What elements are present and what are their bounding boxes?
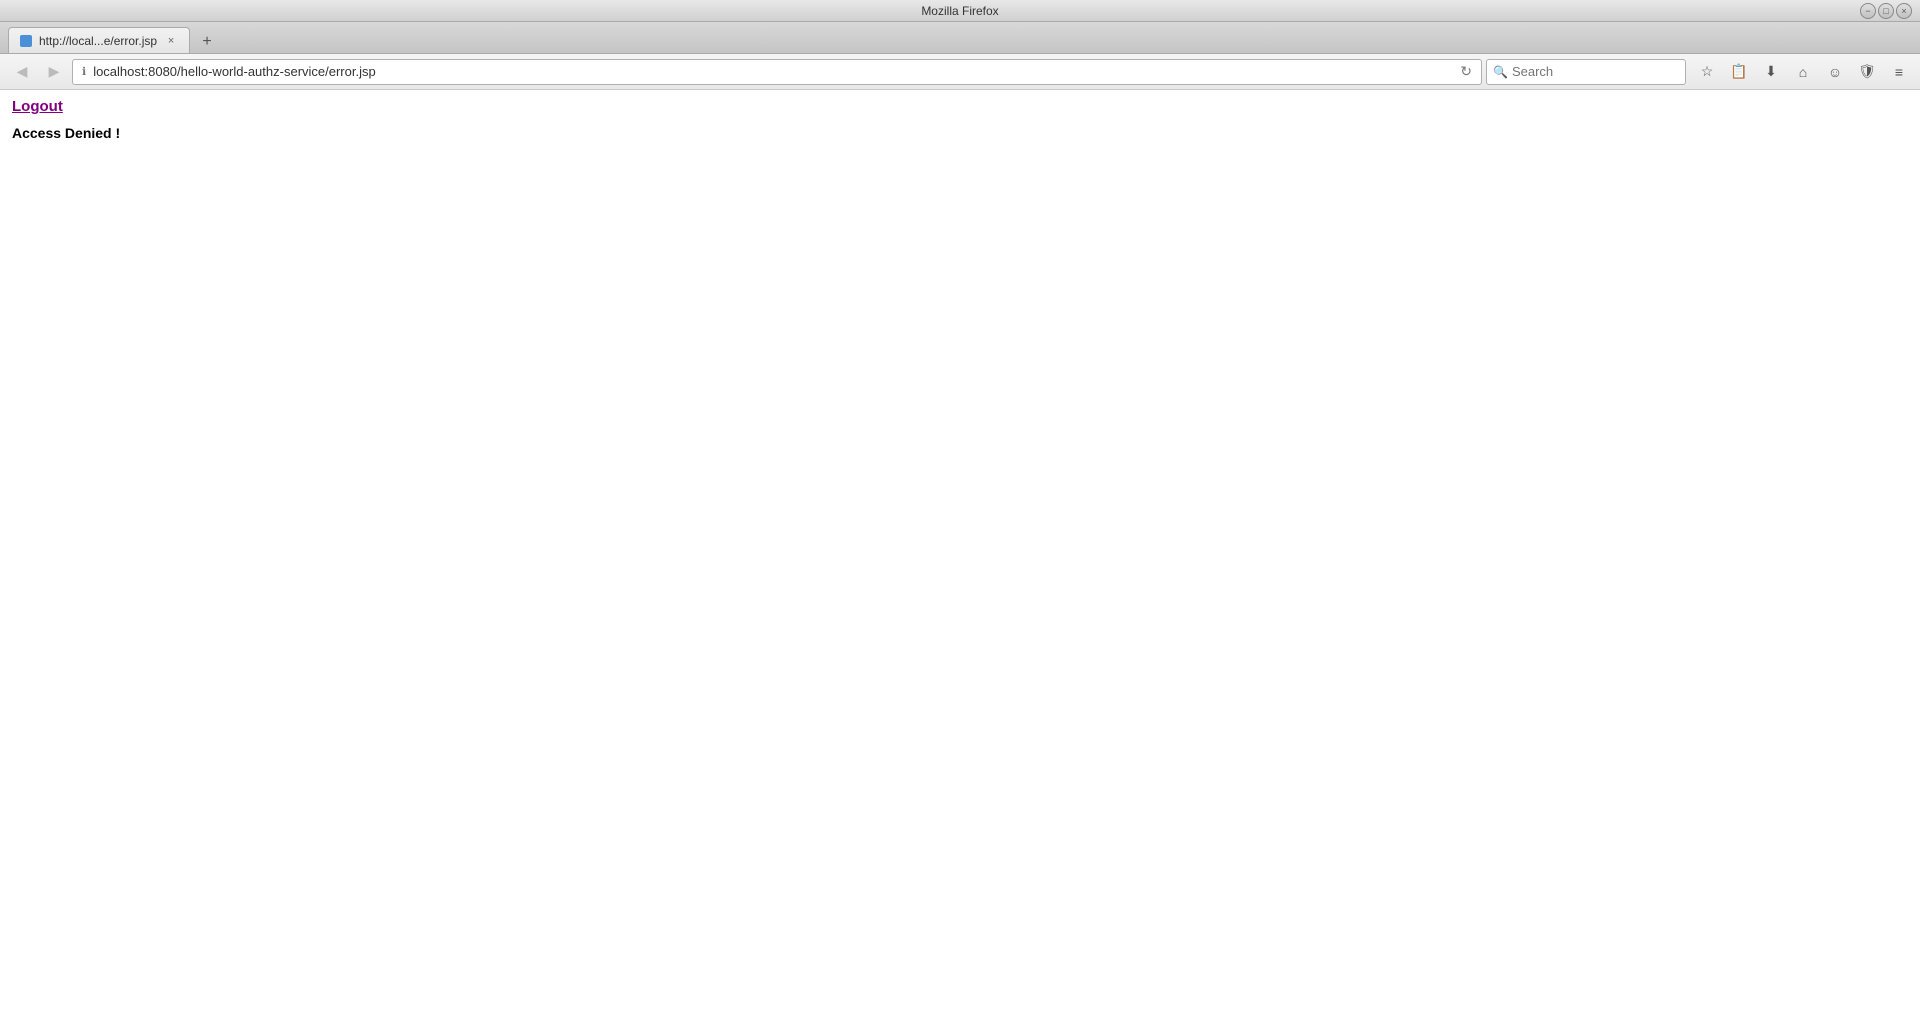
close-button[interactable]: × [1896,3,1912,19]
download-button[interactable]: ⬇ [1758,59,1784,85]
home-button[interactable]: ⌂ [1790,59,1816,85]
minimize-button[interactable]: − [1860,3,1876,19]
nav-bar: ◀ ▶ ℹ ↻ 🔍 ☆ 📋 ⬇ ⌂ ☺ 🛡 ≡ [0,54,1920,90]
active-tab[interactable]: http://local...e/error.jsp × [8,27,190,53]
new-tab-button[interactable]: + [194,31,220,53]
address-bar-container: ℹ ↻ [72,59,1482,85]
address-bar[interactable] [93,64,1453,79]
window-controls[interactable]: − □ × [1860,3,1912,19]
menu-button[interactable]: ≡ [1886,59,1912,85]
reading-list-button[interactable]: 📋 [1726,59,1752,85]
bookmark-star-button[interactable]: ☆ [1694,59,1720,85]
favicon-image [20,35,32,47]
search-bar-container: 🔍 [1486,59,1686,85]
refresh-button[interactable]: ↻ [1457,63,1475,80]
search-input[interactable] [1512,64,1688,79]
search-icon: 🔍 [1493,65,1508,79]
title-bar: Mozilla Firefox − □ × [0,0,1920,22]
window-title: Mozilla Firefox [921,4,998,18]
shield-button[interactable]: 🛡 [1854,59,1880,85]
access-denied-text: Access Denied ! [12,125,1908,141]
browser-content: Logout Access Denied ! [0,90,1920,1032]
tab-title: http://local...e/error.jsp [39,34,157,48]
tab-close-button[interactable]: × [163,33,179,49]
maximize-button[interactable]: □ [1878,3,1894,19]
tab-bar: http://local...e/error.jsp × + [0,22,1920,54]
tab-favicon [19,34,33,48]
smiley-button[interactable]: ☺ [1822,59,1848,85]
secure-icon: ℹ [79,65,89,78]
logout-link[interactable]: Logout [12,98,63,115]
back-button[interactable]: ◀ [8,58,36,86]
forward-button[interactable]: ▶ [40,58,68,86]
toolbar-icons: ☆ 📋 ⬇ ⌂ ☺ 🛡 ≡ [1694,59,1912,85]
